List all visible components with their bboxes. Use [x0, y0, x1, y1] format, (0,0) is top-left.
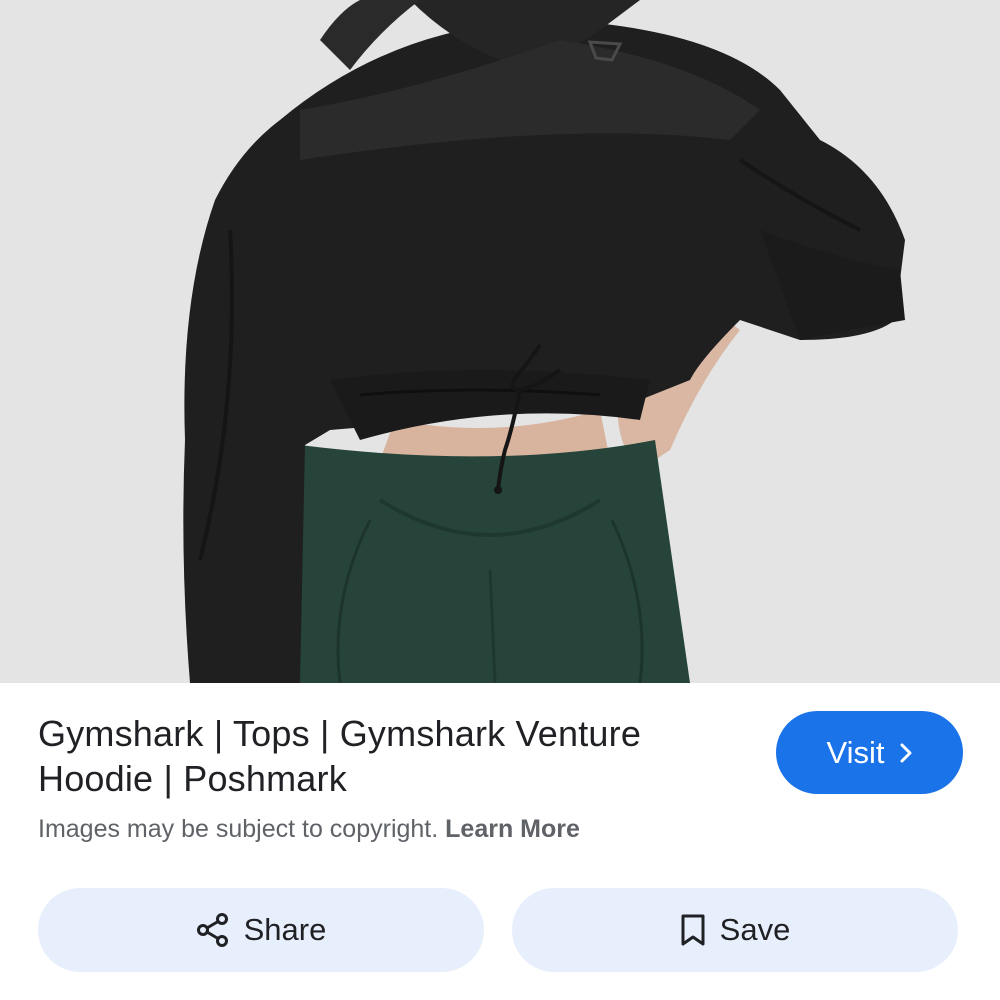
- visit-label: Visit: [826, 734, 885, 770]
- learn-more-link[interactable]: Learn More: [445, 815, 580, 843]
- chevron-right-icon: [899, 742, 913, 764]
- copyright-text: Images may be subject to copyright.: [38, 815, 439, 843]
- hoodie-photo: [0, 0, 1000, 683]
- image-preview-page: Gymshark | Tops | Gymshark Venture Hoodi…: [0, 0, 1000, 1000]
- share-button[interactable]: Share: [38, 888, 484, 972]
- product-image[interactable]: [0, 0, 1000, 683]
- save-label: Save: [719, 912, 791, 947]
- share-label: Share: [243, 912, 327, 947]
- save-button[interactable]: Save: [512, 888, 958, 972]
- visit-button[interactable]: Visit: [776, 711, 963, 794]
- bookmark-icon: [680, 913, 706, 947]
- result-title[interactable]: Gymshark | Tops | Gymshark Venture Hoodi…: [38, 711, 738, 801]
- copyright-notice: Images may be subject to copyright. Lear…: [38, 815, 580, 844]
- result-info-panel: Gymshark | Tops | Gymshark Venture Hoodi…: [0, 683, 1000, 1000]
- result-title-line2: Hoodie | Poshmark: [38, 758, 347, 799]
- share-icon: [196, 912, 230, 948]
- result-title-line1: Gymshark | Tops | Gymshark Venture: [38, 713, 642, 754]
